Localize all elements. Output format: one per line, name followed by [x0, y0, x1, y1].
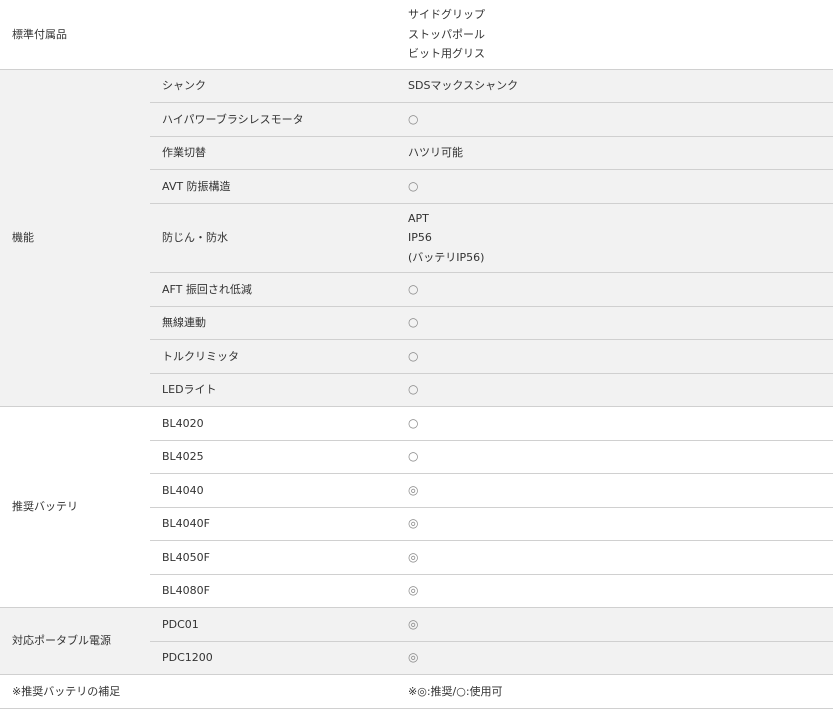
spec-name: ハイパワーブラシレスモータ — [150, 102, 396, 137]
spec-value-line: サイドグリップ — [408, 8, 485, 21]
spec-value: サイドグリップ ストッパポール ビット用グリス — [396, 0, 833, 70]
group-label: 推奨バッテリ — [0, 406, 150, 608]
spec-value: ◎ — [396, 507, 833, 541]
spec-row: 機能 シャンク SDSマックスシャンク — [0, 69, 833, 407]
spec-name: BL4050F — [150, 540, 396, 575]
spec-value: ○ — [396, 306, 833, 340]
spec-value-line: ◎ — [408, 482, 419, 497]
spec-value-line: ◎ — [408, 516, 419, 530]
spec-name: LEDライト — [150, 373, 396, 407]
spec-name: 防じん・防水 — [150, 203, 396, 273]
spec-value-line: (バッテリIP56) — [408, 250, 485, 264]
spec-value: ○ — [396, 440, 833, 474]
spec-row: 標準付属品 サイドグリップ ストッパポール ビット用グリス — [0, 0, 833, 70]
spec-row: 推奨バッテリ BL4020 ○ — [0, 406, 833, 608]
spec-value: APT IP56 (バッテリIP56) — [396, 203, 833, 273]
spec-value-line: ストッパポール — [408, 27, 485, 41]
spec-value-line: ○ — [408, 111, 419, 126]
group-label: 対応ポータブル電源 — [0, 607, 150, 675]
spec-value-line: ○ — [408, 382, 419, 396]
spec-name: BL4040 — [150, 473, 396, 508]
spec-value-line: IP56 — [408, 231, 432, 244]
group-label: 標準付属品 — [0, 0, 396, 70]
spec-value: SDSマックスシャンク — [396, 69, 833, 103]
spec-name: シャンク — [150, 69, 396, 103]
spec-name: BL4025 — [150, 440, 396, 474]
spec-row: 対応ポータブル電源 PDC01 ◎ — [0, 607, 833, 675]
spec-value-line: ○ — [408, 315, 419, 329]
spec-value: ○ — [396, 272, 833, 307]
spec-value-line: ○ — [408, 415, 419, 430]
spec-table: 標準付属品 サイドグリップ ストッパポール ビット用グリス 機能 シャンク SDSマックスシ… — [0, 0, 833, 709]
spec-value: ○ — [396, 406, 833, 441]
spec-name: AFT 振回され低減 — [150, 272, 396, 307]
spec-name: PDC1200 — [150, 641, 396, 675]
spec-value: ○ — [396, 339, 833, 374]
spec-table-body: 標準付属品 サイドグリップ ストッパポール ビット用グリス 機能 シャンク SDSマックスシ… — [0, 0, 833, 709]
spec-name: トルクリミッタ — [150, 339, 396, 374]
spec-name: 無線連動 — [150, 306, 396, 340]
spec-value-line: SDSマックスシャンク — [408, 79, 519, 92]
group-label: 機能 — [0, 69, 150, 407]
spec-value: ◎ — [396, 574, 833, 608]
spec-value-line: ◎ — [408, 583, 419, 597]
spec-value-line: ○ — [408, 178, 419, 193]
spec-value: ハツリ可能 — [396, 136, 833, 170]
spec-name: BL4040F — [150, 507, 396, 541]
spec-name: BL4020 — [150, 406, 396, 441]
spec-value: ○ — [396, 102, 833, 137]
spec-value-line: ○ — [408, 348, 419, 363]
spec-value: ◎ — [396, 607, 833, 642]
spec-value: ◎ — [396, 540, 833, 575]
spec-value-line: ◎ — [408, 549, 419, 564]
spec-name: BL4080F — [150, 574, 396, 608]
spec-value-line: ◎ — [408, 616, 419, 631]
group-label: ※推奨バッテリの補足 — [0, 674, 396, 709]
spec-value: ※◎:推奨/○:使用可 — [396, 674, 833, 709]
spec-value: ○ — [396, 169, 833, 204]
spec-name: 作業切替 — [150, 136, 396, 170]
spec-name: PDC01 — [150, 607, 396, 642]
spec-value-line: APT — [408, 211, 429, 225]
spec-value-line: ◎ — [408, 650, 419, 664]
spec-value-line: ○ — [408, 281, 419, 296]
spec-value-line: ○ — [408, 449, 419, 463]
spec-value-line: ビット用グリス — [408, 47, 485, 60]
spec-value: ◎ — [396, 641, 833, 675]
spec-value: ○ — [396, 373, 833, 407]
spec-value-line: ハツリ可能 — [408, 146, 463, 159]
spec-row: ※推奨バッテリの補足 ※◎:推奨/○:使用可 — [0, 674, 833, 709]
spec-value-line: ※◎:推奨/○:使用可 — [408, 684, 503, 698]
spec-name: AVT 防振構造 — [150, 169, 396, 204]
spec-value: ◎ — [396, 473, 833, 508]
